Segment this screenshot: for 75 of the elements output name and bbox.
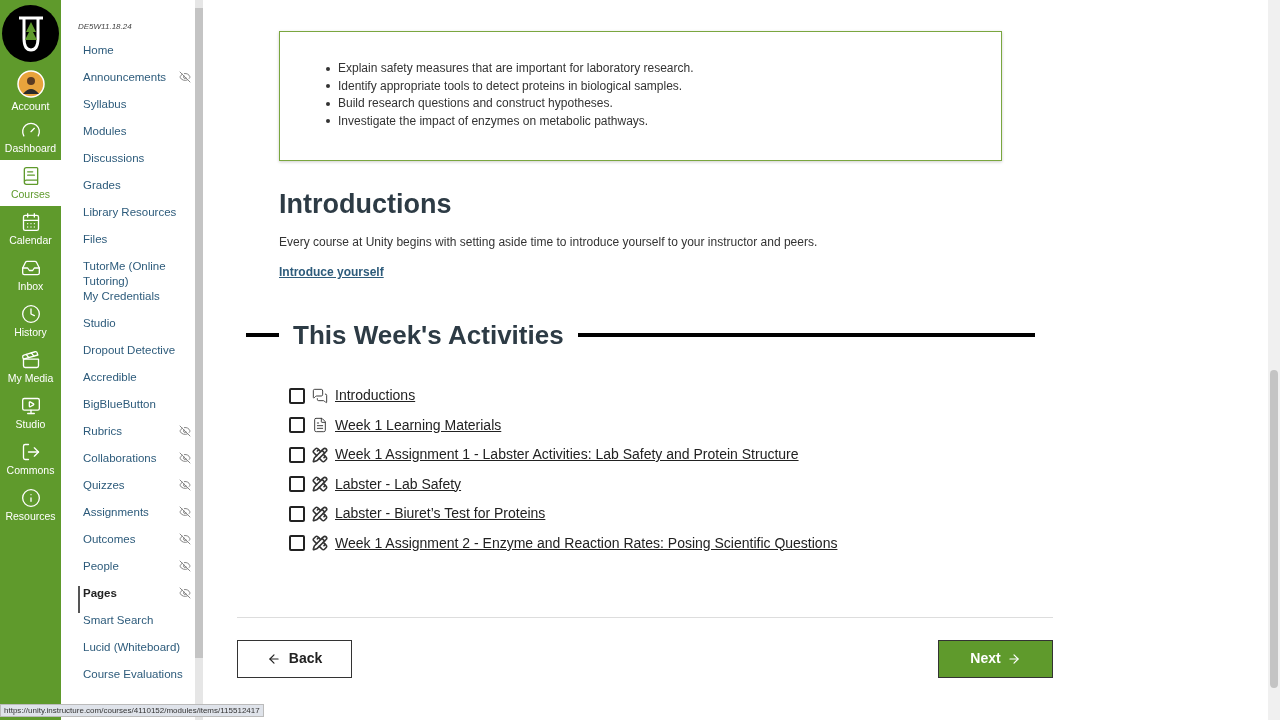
activities-heading: This Week's Activities [293, 319, 564, 351]
activity-link[interactable]: Week 1 Assignment 2 - Enzyme and Reaction Rates: Posing Scientific Questions [335, 532, 838, 554]
course-nav-item[interactable]: Course Evaluations [78, 667, 195, 694]
course-nav-item[interactable]: Quizzes [78, 478, 195, 505]
studio-icon [20, 396, 41, 416]
document-icon [312, 417, 328, 433]
calendar-icon [20, 212, 41, 232]
activity-link[interactable]: Week 1 Learning Materials [335, 414, 502, 436]
hidden-eye-icon [179, 560, 191, 572]
course-nav-item[interactable]: Files [78, 232, 195, 259]
course-nav-item[interactable]: Smart Search [78, 613, 195, 640]
pencil-ruler-icon [312, 505, 328, 522]
course-nav-item[interactable]: TutorMe (Online Tutoring) [78, 259, 195, 289]
hidden-eye-icon [179, 71, 191, 83]
back-button[interactable]: Back [237, 639, 352, 678]
course-nav-item[interactable]: Grades [78, 178, 195, 205]
activity-checkbox[interactable] [289, 476, 305, 492]
activity-link[interactable]: Week 1 Assignment 1 - Labster Activities: Lab Safety and Protein Structure [335, 444, 799, 465]
bullet-icon [326, 101, 330, 106]
bullet-icon [326, 66, 330, 71]
course-nav-item[interactable]: Studio [78, 316, 195, 343]
global-nav-item[interactable]: Courses [0, 160, 61, 206]
pencil-ruler-icon [312, 446, 328, 463]
objective-text: Explain safety measures that are important for laboratory research. [338, 60, 694, 77]
hidden-eye-icon [179, 479, 191, 491]
course-nav-item[interactable]: Dropout Detective [78, 343, 195, 370]
hidden-eye-icon [179, 425, 191, 437]
media-icon [20, 350, 41, 370]
bullet-icon [326, 84, 330, 89]
logo[interactable] [2, 5, 59, 62]
pencil-ruler-icon [312, 535, 328, 551]
activity-checkbox[interactable] [289, 535, 305, 551]
inbox-icon [20, 258, 41, 278]
course-nav-item[interactable]: Discussions [78, 151, 195, 178]
activity-checkbox[interactable] [289, 446, 305, 463]
arrow-right-icon [1006, 651, 1021, 666]
commons-icon [20, 442, 41, 462]
hidden-eye-icon [179, 533, 191, 545]
activity-link[interactable]: Introductions [335, 385, 416, 406]
bullet-icon [326, 119, 330, 124]
course-nav-item[interactable]: Outcomes [78, 532, 195, 559]
hidden-eye-icon [179, 452, 191, 464]
chat-bubbles-icon [312, 387, 328, 404]
course-nav-item[interactable]: Announcements [78, 70, 195, 97]
activity-link[interactable]: Labster - Lab Safety [335, 473, 462, 495]
intro-text: Every course at Unity begins with setting aside time to introduce yourself to your instructor and peers. [279, 234, 819, 251]
course-code: DE5W11.18.24 [78, 21, 133, 33]
course-nav-item[interactable]: Accredible [78, 370, 195, 397]
history-icon [20, 304, 41, 324]
activity-checkbox[interactable] [289, 387, 305, 404]
objective-text: Identify appropriate tools to detect proteins in biological samples. [338, 77, 683, 95]
course-nav-item[interactable]: People [78, 559, 195, 586]
objective-text: Investigate the impact of enzymes on metabolic pathways. [338, 112, 649, 130]
status-url: https://unity.instructure.com/courses/4110152/modules/items/115512417 [0, 704, 264, 717]
objective-text: Build research questions and construct hypotheses. [338, 95, 613, 112]
activity-link[interactable]: Labster - Biuret’s Test for Proteins [335, 503, 546, 524]
course-nav-item[interactable]: Rubrics [78, 424, 195, 451]
course-nav-item[interactable]: Syllabus [78, 97, 195, 124]
resources-icon [20, 488, 41, 508]
hidden-eye-icon [179, 506, 191, 518]
course-nav-item[interactable]: Home [78, 43, 195, 70]
arrow-left-icon [266, 651, 281, 666]
course-nav-item[interactable]: Modules [78, 124, 195, 151]
course-nav-item[interactable]: BigBlueButton [78, 397, 195, 424]
section-heading: Introductions [279, 188, 453, 221]
pencil-ruler-icon [312, 476, 328, 492]
course-nav-item[interactable]: My Credentials [78, 289, 195, 316]
hidden-eye-icon [179, 587, 191, 599]
course-nav-item[interactable]: Lucid (Whiteboard) [78, 640, 195, 667]
activity-checkbox[interactable] [289, 505, 305, 522]
introduce-link[interactable]: Introduce yourself [279, 263, 384, 281]
activity-checkbox[interactable] [289, 417, 305, 433]
course-nav-item[interactable]: Library Resources [78, 205, 195, 232]
course-nav-item[interactable]: Assignments [78, 505, 195, 532]
course-nav-item[interactable]: Collaborations [78, 451, 195, 478]
